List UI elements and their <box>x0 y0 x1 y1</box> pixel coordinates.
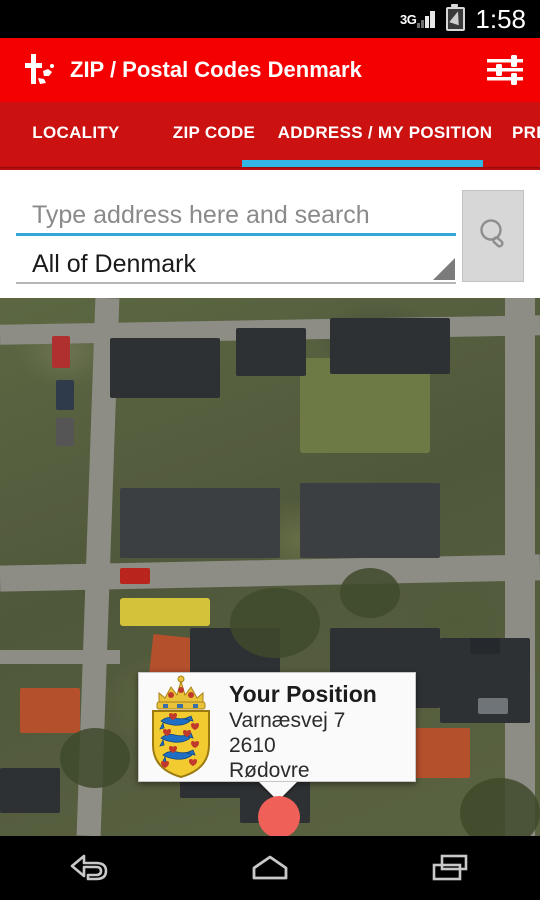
network-type-label: 3G <box>400 11 417 27</box>
map-building <box>120 488 280 558</box>
map-tree <box>230 588 320 658</box>
map-tree <box>340 568 400 618</box>
map-info-window[interactable]: Your Position Varnæsvej 7 2610 Rødovre <box>138 672 416 801</box>
map-car <box>56 418 74 446</box>
battery-charging-icon <box>446 4 466 31</box>
back-arrow-icon[interactable] <box>60 850 120 886</box>
map-view[interactable]: Grambyvej Varnæsvej Medelbyvej Vamdrupve… <box>0 298 540 836</box>
info-window-zip: 2610 <box>229 734 276 757</box>
map-tree <box>60 728 130 788</box>
chevron-spinner-icon <box>433 258 455 280</box>
recent-apps-icon[interactable] <box>420 850 480 886</box>
map-building <box>20 688 80 733</box>
info-window-street: Varnæsvej 7 <box>229 709 346 732</box>
tab-locality[interactable]: LOCALITY <box>0 123 152 143</box>
map-car <box>120 568 150 584</box>
map-building <box>236 328 306 376</box>
search-panel: Type address here and search All of Denm… <box>0 170 540 298</box>
info-window-text: Your Position Varnæsvej 7 2610 Rødovre <box>223 673 415 782</box>
phone-screen: 3G 1:58 ZIP / Postal Codes Denmark LOCAL… <box>0 0 540 900</box>
action-bar: ZIP / Postal Codes Denmark <box>0 38 540 102</box>
android-nav-bar <box>0 836 540 900</box>
map-car <box>478 698 508 714</box>
signal-bars-icon <box>417 10 437 28</box>
denmark-map-icon <box>18 52 58 88</box>
tab-address-my-position[interactable]: ADDRESS / MY POSITION <box>276 123 494 143</box>
active-tab-indicator <box>242 160 483 167</box>
sliders-settings-icon[interactable] <box>484 52 526 88</box>
tab-zip-code[interactable]: ZIP CODE <box>152 123 276 143</box>
danish-coat-of-arms-icon <box>139 673 223 779</box>
map-car <box>470 638 500 654</box>
tab-pre[interactable]: PRE <box>494 123 540 143</box>
clock-label: 1:58 <box>475 4 526 34</box>
map-road <box>505 298 535 836</box>
info-window-title: Your Position <box>229 681 377 707</box>
region-select-value: All of Denmark <box>32 250 196 278</box>
map-car <box>56 380 74 410</box>
map-road <box>0 650 120 664</box>
map-car <box>52 336 70 368</box>
address-search-input[interactable]: Type address here and search <box>16 194 456 236</box>
home-icon[interactable] <box>240 850 300 886</box>
search-button[interactable] <box>462 190 524 282</box>
map-building <box>300 483 440 558</box>
map-pin-icon[interactable] <box>258 796 300 836</box>
status-bar: 3G 1:58 <box>0 0 540 38</box>
map-building <box>0 768 60 813</box>
page-title: ZIP / Postal Codes Denmark <box>70 57 362 82</box>
map-building <box>330 318 450 374</box>
map-lawn <box>120 598 210 626</box>
map-pin-tip <box>266 822 292 836</box>
region-select[interactable]: All of Denmark <box>16 246 456 284</box>
info-window-city: Rødovre <box>229 759 310 782</box>
map-building <box>110 338 220 398</box>
search-magnifier-icon <box>477 217 511 251</box>
